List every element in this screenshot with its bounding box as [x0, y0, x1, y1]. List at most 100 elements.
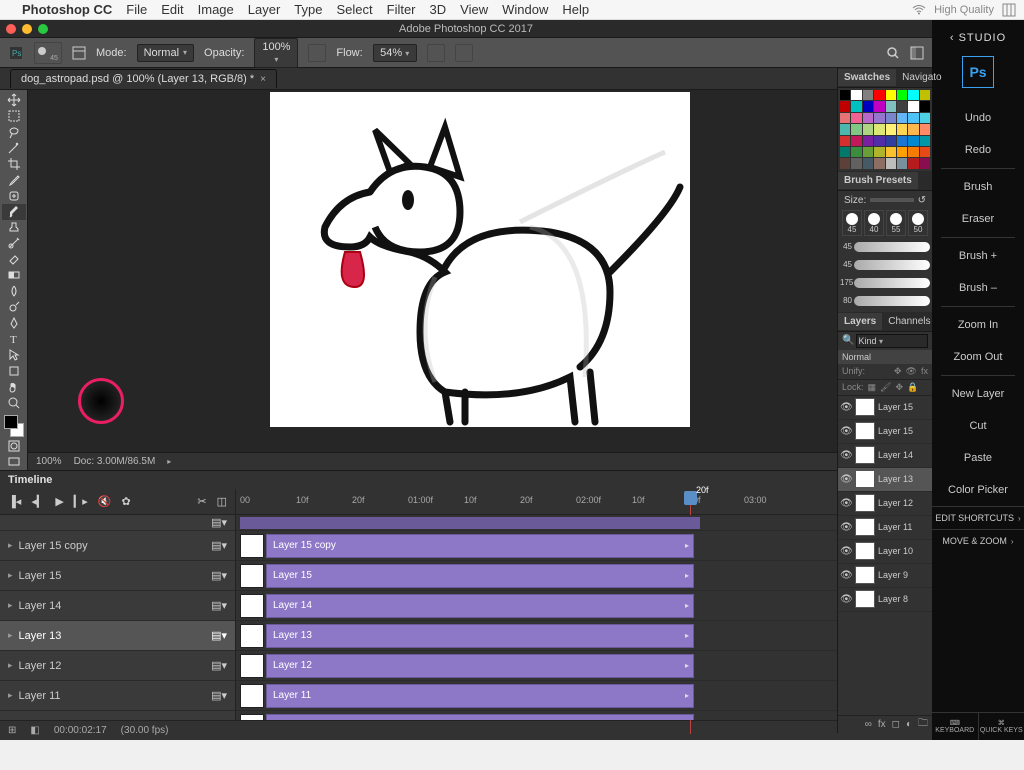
brush-stroke-preview[interactable]: 80 [840, 292, 930, 310]
color-swatch[interactable] [840, 90, 850, 100]
close-tab-icon[interactable]: × [260, 74, 266, 85]
timeline-layer-row[interactable]: ▸Layer 11▤▾ [0, 681, 235, 711]
color-swatch[interactable] [863, 124, 873, 134]
expand-icon[interactable]: ▸ [8, 660, 13, 671]
color-swatch[interactable] [886, 90, 896, 100]
tool-brush[interactable] [2, 204, 26, 220]
tab-layers[interactable]: Layers [838, 313, 882, 330]
brush-size-slider[interactable] [870, 198, 913, 202]
studio-shortcut-brush-minus[interactable]: Brush – [932, 272, 1024, 304]
color-swatch[interactable] [908, 147, 918, 157]
window-close-button[interactable] [6, 24, 16, 34]
tl-row-menu-icon[interactable]: ▤▾ [211, 539, 227, 552]
layer-visibility-icon[interactable]: 👁 [840, 594, 852, 605]
layer-visibility-icon[interactable]: 👁 [840, 402, 852, 413]
layer-row[interactable]: 👁Layer 15 [838, 420, 932, 444]
studio-quickkeys-button[interactable]: ⌘ QUICK KEYS [978, 713, 1024, 740]
timeline-clip[interactable]: Layer 13▸ [266, 624, 694, 648]
color-swatch[interactable] [897, 136, 907, 146]
color-swatch[interactable] [851, 101, 861, 111]
brush-preset-thumb[interactable]: 50 [908, 210, 928, 236]
clip-menu-icon[interactable]: ▸ [685, 691, 689, 700]
color-swatch[interactable] [851, 147, 861, 157]
expand-icon[interactable]: ▸ [8, 630, 13, 641]
timeline-clip[interactable]: Layer 15▸ [266, 564, 694, 588]
ps-logo-icon[interactable]: Ps [8, 45, 24, 61]
timeline-clip[interactable]: Layer 14▸ [266, 594, 694, 618]
tool-history-brush[interactable] [2, 235, 26, 251]
layer-kind-select[interactable]: Kind ▾ [856, 334, 928, 348]
flow-input[interactable]: 54% ▾ [373, 44, 417, 62]
search-icon[interactable] [886, 46, 900, 60]
studio-shortcut-cut[interactable]: Cut [932, 410, 1024, 442]
layer-visibility-icon[interactable]: 👁 [840, 474, 852, 485]
tl-first-frame-icon[interactable]: ▐◂ [8, 495, 21, 508]
studio-shortcut-brush[interactable]: Brush [932, 171, 1024, 203]
tool-magic-wand[interactable] [2, 140, 26, 156]
brush-panel-toggle-icon[interactable] [72, 46, 86, 60]
brush-stroke-preview[interactable]: 175 [840, 274, 930, 292]
opacity-input[interactable]: 100% ▾ [254, 38, 298, 68]
unify-style-icon[interactable]: fx [921, 366, 928, 376]
studio-move-zoom-button[interactable]: MOVE & ZOOM › [932, 529, 1024, 552]
timeline-clip[interactable]: Layer 12▸ [266, 654, 694, 678]
tool-gradient[interactable] [2, 267, 26, 283]
menu-edit[interactable]: Edit [161, 2, 183, 17]
menu-3d[interactable]: 3D [430, 2, 447, 17]
clip-menu-icon[interactable]: ▸ [685, 601, 689, 610]
color-swatch[interactable] [874, 124, 884, 134]
color-swatch[interactable] [840, 147, 850, 157]
color-swatch[interactable] [840, 158, 850, 168]
studio-edit-shortcuts-button[interactable]: EDIT SHORTCUTS › [932, 506, 1024, 529]
color-swatch[interactable] [920, 113, 930, 123]
layer-kind-filter-icon[interactable]: 🔍 [842, 335, 854, 346]
color-swatch[interactable] [886, 158, 896, 168]
lock-paint-icon[interactable]: 🖌 [880, 382, 891, 393]
color-swatch[interactable] [908, 101, 918, 111]
color-swatch[interactable] [920, 147, 930, 157]
astropad-menubar-icon[interactable] [1002, 3, 1016, 17]
color-swatch[interactable] [851, 90, 861, 100]
color-swatch[interactable] [851, 124, 861, 134]
menu-image[interactable]: Image [198, 2, 234, 17]
airbrush-icon[interactable] [427, 44, 445, 62]
color-swatch[interactable] [840, 124, 850, 134]
menu-file[interactable]: File [126, 2, 147, 17]
color-swatch[interactable] [863, 113, 873, 123]
color-swatch[interactable] [863, 147, 873, 157]
color-swatch[interactable] [840, 136, 850, 146]
tl-row-menu-icon[interactable]: ▤▾ [211, 629, 227, 642]
opacity-pressure-icon[interactable] [308, 44, 326, 62]
tool-shape[interactable] [2, 363, 26, 379]
tl-prev-frame-icon[interactable]: ◂▎ [31, 495, 45, 508]
color-swatch[interactable] [886, 136, 896, 146]
tool-zoom[interactable] [2, 395, 26, 411]
color-swatch[interactable] [908, 90, 918, 100]
tl-row-menu-icon[interactable]: ▤▾ [211, 689, 227, 702]
color-swatch[interactable] [920, 136, 930, 146]
studio-back-button[interactable]: ‹ STUDIO [950, 26, 1006, 50]
app-name[interactable]: Photoshop CC [22, 2, 112, 17]
tl-row-menu-icon[interactable]: ▤▾ [211, 516, 227, 529]
studio-shortcut-eraser[interactable]: Eraser [932, 203, 1024, 235]
doc-size[interactable]: Doc: 3.00M/86.5M [74, 456, 156, 467]
clip-menu-icon[interactable]: ▸ [685, 631, 689, 640]
timeline-ruler[interactable]: 00 10f 20f 01:00f 10f 20f 02:00f 10f 20f… [236, 489, 932, 514]
studio-shortcut-new-layer[interactable]: New Layer [932, 378, 1024, 410]
studio-shortcut-redo[interactable]: Redo [932, 134, 1024, 166]
color-swatch[interactable] [863, 136, 873, 146]
brush-stroke-preview[interactable]: 45 [840, 238, 930, 256]
layer-blend-mode-select[interactable]: Normal [838, 350, 932, 364]
layer-visibility-icon[interactable]: 👁 [840, 522, 852, 533]
layer-row[interactable]: 👁Layer 11 [838, 516, 932, 540]
color-swatch[interactable] [874, 113, 884, 123]
layer-visibility-icon[interactable]: 👁 [840, 450, 852, 461]
clip-menu-icon[interactable]: ▸ [685, 571, 689, 580]
color-swatch[interactable] [874, 136, 884, 146]
color-swatch[interactable] [897, 147, 907, 157]
color-swatch[interactable] [897, 101, 907, 111]
unify-position-icon[interactable]: ✥ [894, 366, 902, 377]
link-layers-icon[interactable]: ∞ [865, 719, 872, 730]
tl-audio-icon[interactable]: 🔇 [98, 495, 112, 508]
color-swatch[interactable] [840, 101, 850, 111]
